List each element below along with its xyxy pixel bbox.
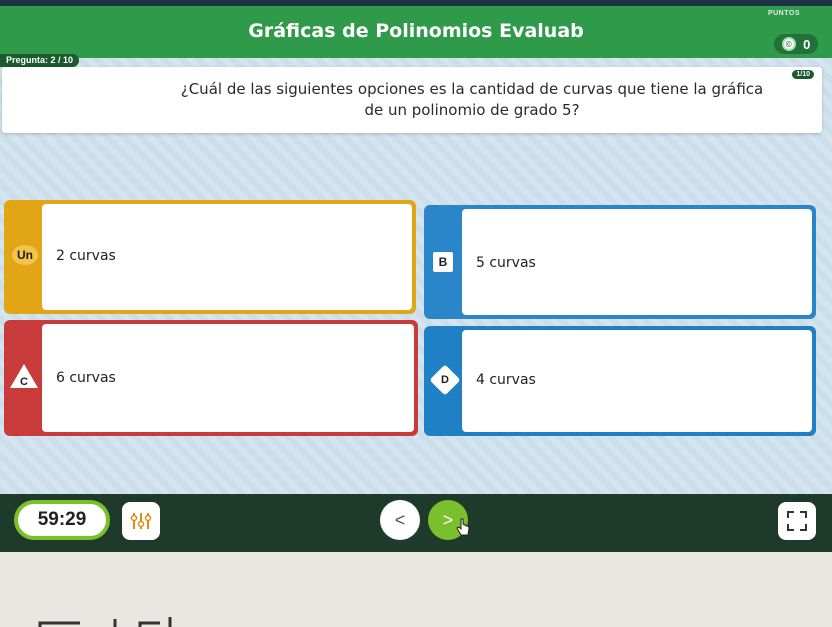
answer-option-d[interactable]: D 4 curvas: [424, 326, 816, 436]
answer-d-letter: D: [441, 374, 449, 386]
answer-b-letter: B: [433, 252, 453, 272]
coin-icon: ©: [781, 37, 796, 51]
answer-a-label: 2 curvas: [56, 248, 116, 264]
question-counter: Pregunta: 2 / 10: [0, 54, 80, 67]
answer-c-letter: C: [20, 376, 28, 388]
square-icon: B: [430, 252, 456, 272]
fullscreen-button[interactable]: [778, 502, 816, 540]
answer-b-label: 5 curvas: [476, 255, 536, 271]
quiz-screen: Gráficas de Polinomios Evaluab PUNTOS © …: [0, 0, 832, 552]
cross-icon: D: [429, 364, 461, 396]
fullscreen-icon: [787, 511, 807, 531]
chevron-right-icon: >: [442, 509, 454, 530]
countdown-timer: 59:29: [14, 500, 110, 540]
window-strip: [0, 0, 832, 6]
triangle-icon: C: [10, 364, 38, 390]
quiz-title: Gráficas de Polinomios Evaluab: [248, 20, 584, 42]
answer-c-label: 6 curvas: [56, 370, 116, 386]
question-mini-badge: 1/10: [792, 70, 814, 79]
points-label: PUNTOS: [767, 10, 800, 17]
settings-sliders-button[interactable]: [122, 502, 160, 540]
circle-icon: Un: [12, 245, 38, 265]
hand-cursor-icon: [456, 518, 470, 536]
score-badge: © 0: [774, 34, 818, 54]
answer-option-a[interactable]: Un 2 curvas: [4, 200, 416, 314]
answer-option-c[interactable]: C 6 curvas: [4, 320, 418, 436]
previous-question-button[interactable]: <: [380, 500, 420, 540]
score-value: 0: [803, 36, 811, 52]
chevron-left-icon: <: [394, 509, 406, 530]
sliders-icon: [130, 513, 152, 529]
header-bar: Gráficas de Polinomios Evaluab PUNTOS © …: [0, 0, 832, 58]
desk-edge-detail: [38, 617, 172, 627]
answer-d-label: 4 curvas: [476, 372, 536, 388]
answer-option-b[interactable]: B 5 curvas: [424, 205, 816, 319]
question-card: ¿Cuál de las siguientes opciones es la c…: [2, 67, 822, 133]
question-text: ¿Cuál de las siguientes opciones es la c…: [180, 80, 764, 119]
